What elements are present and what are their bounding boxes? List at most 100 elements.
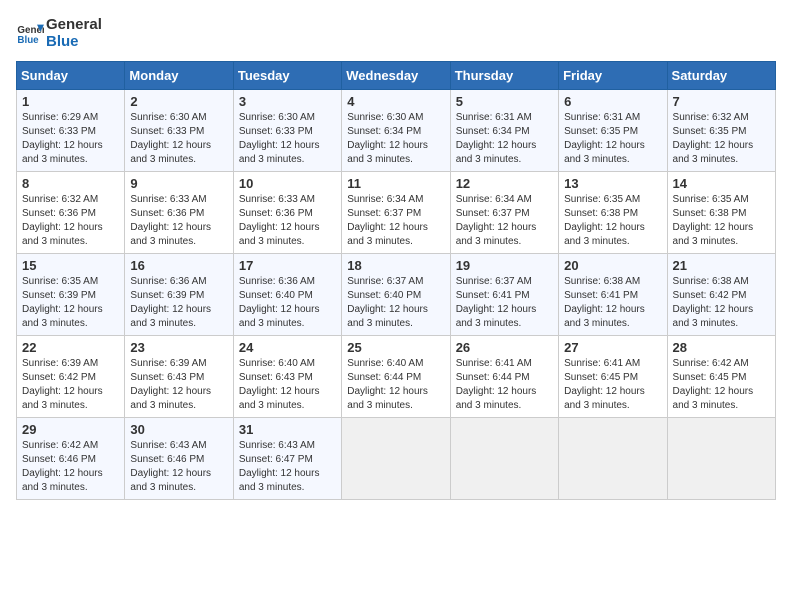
day-info: Sunrise: 6:40 AM Sunset: 6:44 PM Dayligh… <box>347 357 444 413</box>
calendar-cell: 11 Sunrise: 6:34 AM Sunset: 6:37 PM Dayl… <box>342 171 450 253</box>
day-number: 9 <box>130 176 227 191</box>
day-info: Sunrise: 6:41 AM Sunset: 6:44 PM Dayligh… <box>456 357 553 413</box>
calendar-cell: 21 Sunrise: 6:38 AM Sunset: 6:42 PM Dayl… <box>667 253 775 335</box>
calendar-cell <box>559 417 667 499</box>
calendar-cell <box>342 417 450 499</box>
day-info: Sunrise: 6:33 AM Sunset: 6:36 PM Dayligh… <box>130 193 227 249</box>
day-info: Sunrise: 6:43 AM Sunset: 6:46 PM Dayligh… <box>130 439 227 495</box>
day-number: 31 <box>239 422 336 437</box>
day-number: 28 <box>673 340 770 355</box>
day-info: Sunrise: 6:37 AM Sunset: 6:40 PM Dayligh… <box>347 275 444 331</box>
calendar-cell: 25 Sunrise: 6:40 AM Sunset: 6:44 PM Dayl… <box>342 335 450 417</box>
calendar-cell: 15 Sunrise: 6:35 AM Sunset: 6:39 PM Dayl… <box>17 253 125 335</box>
day-info: Sunrise: 6:36 AM Sunset: 6:40 PM Dayligh… <box>239 275 336 331</box>
page-header: General Blue General Blue <box>16 16 776 51</box>
calendar-cell: 29 Sunrise: 6:42 AM Sunset: 6:46 PM Dayl… <box>17 417 125 499</box>
day-number: 14 <box>673 176 770 191</box>
calendar-cell: 8 Sunrise: 6:32 AM Sunset: 6:36 PM Dayli… <box>17 171 125 253</box>
day-info: Sunrise: 6:39 AM Sunset: 6:42 PM Dayligh… <box>22 357 119 413</box>
calendar-cell: 24 Sunrise: 6:40 AM Sunset: 6:43 PM Dayl… <box>233 335 341 417</box>
day-info: Sunrise: 6:43 AM Sunset: 6:47 PM Dayligh… <box>239 439 336 495</box>
day-number: 23 <box>130 340 227 355</box>
day-number: 15 <box>22 258 119 273</box>
calendar-cell <box>450 417 558 499</box>
day-info: Sunrise: 6:40 AM Sunset: 6:43 PM Dayligh… <box>239 357 336 413</box>
day-number: 30 <box>130 422 227 437</box>
day-number: 18 <box>347 258 444 273</box>
day-info: Sunrise: 6:38 AM Sunset: 6:42 PM Dayligh… <box>673 275 770 331</box>
day-number: 12 <box>456 176 553 191</box>
day-number: 27 <box>564 340 661 355</box>
day-info: Sunrise: 6:34 AM Sunset: 6:37 PM Dayligh… <box>456 193 553 249</box>
day-number: 24 <box>239 340 336 355</box>
calendar-cell: 4 Sunrise: 6:30 AM Sunset: 6:34 PM Dayli… <box>342 89 450 171</box>
calendar-cell: 23 Sunrise: 6:39 AM Sunset: 6:43 PM Dayl… <box>125 335 233 417</box>
calendar-cell: 30 Sunrise: 6:43 AM Sunset: 6:46 PM Dayl… <box>125 417 233 499</box>
calendar-cell: 17 Sunrise: 6:36 AM Sunset: 6:40 PM Dayl… <box>233 253 341 335</box>
day-info: Sunrise: 6:35 AM Sunset: 6:39 PM Dayligh… <box>22 275 119 331</box>
calendar-cell: 31 Sunrise: 6:43 AM Sunset: 6:47 PM Dayl… <box>233 417 341 499</box>
calendar-cell: 28 Sunrise: 6:42 AM Sunset: 6:45 PM Dayl… <box>667 335 775 417</box>
calendar-cell: 5 Sunrise: 6:31 AM Sunset: 6:34 PM Dayli… <box>450 89 558 171</box>
day-number: 6 <box>564 94 661 109</box>
day-number: 22 <box>22 340 119 355</box>
col-header-sunday: Sunday <box>17 61 125 89</box>
day-info: Sunrise: 6:32 AM Sunset: 6:36 PM Dayligh… <box>22 193 119 249</box>
logo: General Blue General Blue <box>16 16 102 51</box>
logo-text-general: General <box>46 16 102 33</box>
col-header-monday: Monday <box>125 61 233 89</box>
calendar-cell: 9 Sunrise: 6:33 AM Sunset: 6:36 PM Dayli… <box>125 171 233 253</box>
day-number: 5 <box>456 94 553 109</box>
day-number: 19 <box>456 258 553 273</box>
calendar-cell: 12 Sunrise: 6:34 AM Sunset: 6:37 PM Dayl… <box>450 171 558 253</box>
day-info: Sunrise: 6:41 AM Sunset: 6:45 PM Dayligh… <box>564 357 661 413</box>
day-info: Sunrise: 6:35 AM Sunset: 6:38 PM Dayligh… <box>673 193 770 249</box>
day-number: 10 <box>239 176 336 191</box>
week-row-1: 1 Sunrise: 6:29 AM Sunset: 6:33 PM Dayli… <box>17 89 776 171</box>
col-header-friday: Friday <box>559 61 667 89</box>
col-header-saturday: Saturday <box>667 61 775 89</box>
day-info: Sunrise: 6:31 AM Sunset: 6:34 PM Dayligh… <box>456 111 553 167</box>
day-info: Sunrise: 6:30 AM Sunset: 6:33 PM Dayligh… <box>239 111 336 167</box>
day-info: Sunrise: 6:30 AM Sunset: 6:34 PM Dayligh… <box>347 111 444 167</box>
day-info: Sunrise: 6:34 AM Sunset: 6:37 PM Dayligh… <box>347 193 444 249</box>
calendar-cell: 13 Sunrise: 6:35 AM Sunset: 6:38 PM Dayl… <box>559 171 667 253</box>
day-number: 8 <box>22 176 119 191</box>
day-info: Sunrise: 6:31 AM Sunset: 6:35 PM Dayligh… <box>564 111 661 167</box>
calendar-cell: 27 Sunrise: 6:41 AM Sunset: 6:45 PM Dayl… <box>559 335 667 417</box>
col-header-wednesday: Wednesday <box>342 61 450 89</box>
day-number: 2 <box>130 94 227 109</box>
week-row-5: 29 Sunrise: 6:42 AM Sunset: 6:46 PM Dayl… <box>17 417 776 499</box>
calendar-cell: 14 Sunrise: 6:35 AM Sunset: 6:38 PM Dayl… <box>667 171 775 253</box>
day-number: 7 <box>673 94 770 109</box>
day-number: 20 <box>564 258 661 273</box>
day-number: 29 <box>22 422 119 437</box>
col-header-thursday: Thursday <box>450 61 558 89</box>
day-number: 3 <box>239 94 336 109</box>
day-info: Sunrise: 6:37 AM Sunset: 6:41 PM Dayligh… <box>456 275 553 331</box>
day-number: 16 <box>130 258 227 273</box>
day-info: Sunrise: 6:38 AM Sunset: 6:41 PM Dayligh… <box>564 275 661 331</box>
calendar-cell: 20 Sunrise: 6:38 AM Sunset: 6:41 PM Dayl… <box>559 253 667 335</box>
week-row-2: 8 Sunrise: 6:32 AM Sunset: 6:36 PM Dayli… <box>17 171 776 253</box>
day-number: 25 <box>347 340 444 355</box>
week-row-4: 22 Sunrise: 6:39 AM Sunset: 6:42 PM Dayl… <box>17 335 776 417</box>
calendar-table: SundayMondayTuesdayWednesdayThursdayFrid… <box>16 61 776 500</box>
calendar-cell: 7 Sunrise: 6:32 AM Sunset: 6:35 PM Dayli… <box>667 89 775 171</box>
day-number: 1 <box>22 94 119 109</box>
calendar-cell: 1 Sunrise: 6:29 AM Sunset: 6:33 PM Dayli… <box>17 89 125 171</box>
calendar-cell: 16 Sunrise: 6:36 AM Sunset: 6:39 PM Dayl… <box>125 253 233 335</box>
week-row-3: 15 Sunrise: 6:35 AM Sunset: 6:39 PM Dayl… <box>17 253 776 335</box>
calendar-cell: 3 Sunrise: 6:30 AM Sunset: 6:33 PM Dayli… <box>233 89 341 171</box>
day-info: Sunrise: 6:42 AM Sunset: 6:45 PM Dayligh… <box>673 357 770 413</box>
col-header-tuesday: Tuesday <box>233 61 341 89</box>
calendar-cell: 6 Sunrise: 6:31 AM Sunset: 6:35 PM Dayli… <box>559 89 667 171</box>
day-info: Sunrise: 6:36 AM Sunset: 6:39 PM Dayligh… <box>130 275 227 331</box>
day-number: 4 <box>347 94 444 109</box>
calendar-cell: 22 Sunrise: 6:39 AM Sunset: 6:42 PM Dayl… <box>17 335 125 417</box>
calendar-cell: 10 Sunrise: 6:33 AM Sunset: 6:36 PM Dayl… <box>233 171 341 253</box>
day-info: Sunrise: 6:30 AM Sunset: 6:33 PM Dayligh… <box>130 111 227 167</box>
calendar-cell: 2 Sunrise: 6:30 AM Sunset: 6:33 PM Dayli… <box>125 89 233 171</box>
day-number: 13 <box>564 176 661 191</box>
day-info: Sunrise: 6:33 AM Sunset: 6:36 PM Dayligh… <box>239 193 336 249</box>
